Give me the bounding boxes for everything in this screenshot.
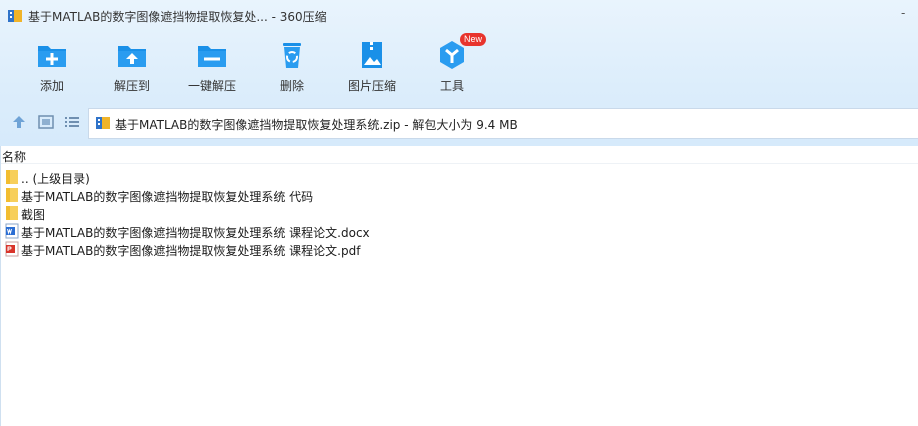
one-click-extract-label: 一键解压 bbox=[187, 79, 236, 93]
up-arrow-icon[interactable] bbox=[10, 113, 28, 131]
list-item-docx-file[interactable]: 基于MATLAB的数字图像遮挡物提取恢复处理系统 课程论文.docx bbox=[1, 222, 918, 240]
extract-folder-icon bbox=[115, 38, 149, 72]
list-item-screenshots-folder[interactable]: 截图 bbox=[1, 204, 918, 222]
window-title: 基于MATLAB的数字图像遮挡物提取恢复处... - 360压缩 bbox=[28, 10, 327, 24]
archive-app-icon bbox=[7, 8, 23, 24]
list-item-code-folder[interactable]: 基于MATLAB的数字图像遮挡物提取恢复处理系统 代码 bbox=[1, 186, 918, 204]
minimize-button[interactable]: - bbox=[901, 6, 905, 20]
list-view-icon[interactable] bbox=[63, 113, 81, 131]
toolbar: 添加 解压到 一键解压 删除 图片压缩 New 工具 bbox=[0, 32, 918, 100]
folder-icon bbox=[5, 205, 19, 221]
word-file-icon bbox=[5, 223, 19, 239]
file-name: 截图 bbox=[21, 208, 46, 222]
folder-icon bbox=[5, 169, 19, 185]
one-click-extract-button[interactable]: 一键解压 bbox=[172, 32, 252, 98]
add-label: 添加 bbox=[39, 79, 64, 93]
delete-button[interactable]: 删除 bbox=[252, 32, 332, 98]
archive-path: 基于MATLAB的数字图像遮挡物提取恢复处理系统.zip - 解包大小为 9.4… bbox=[115, 118, 518, 132]
file-name: 基于MATLAB的数字图像遮挡物提取恢复处理系统 课程论文.docx bbox=[21, 226, 370, 240]
extract-to-button[interactable]: 解压到 bbox=[92, 32, 172, 98]
list-item-pdf-file[interactable]: 基于MATLAB的数字图像遮挡物提取恢复处理系统 课程论文.pdf bbox=[1, 240, 918, 258]
folder-icon bbox=[5, 187, 19, 203]
top-chrome: 基于MATLAB的数字图像遮挡物提取恢复处... - 360压缩 - 添加 解压… bbox=[0, 0, 918, 146]
list-item-parent-directory[interactable]: .. (上级目录) bbox=[1, 168, 918, 186]
one-click-extract-icon bbox=[195, 38, 229, 72]
zip-archive-icon bbox=[95, 115, 111, 131]
column-header-name[interactable]: 名称 bbox=[2, 148, 26, 165]
new-badge: New bbox=[460, 33, 487, 46]
navigation-bar: 基于MATLAB的数字图像遮挡物提取恢复处理系统.zip - 解包大小为 9.4… bbox=[0, 104, 918, 140]
file-rows: .. (上级目录) 基于MATLAB的数字图像遮挡物提取恢复处理系统 代码 截图 bbox=[1, 168, 918, 258]
image-compress-label: 图片压缩 bbox=[347, 79, 396, 93]
extract-to-label: 解压到 bbox=[113, 79, 150, 93]
file-name: 基于MATLAB的数字图像遮挡物提取恢复处理系统 课程论文.pdf bbox=[21, 244, 361, 258]
address-bar[interactable]: 基于MATLAB的数字图像遮挡物提取恢复处理系统.zip - 解包大小为 9.4… bbox=[88, 108, 918, 139]
add-folder-icon bbox=[35, 38, 69, 72]
add-button[interactable]: 添加 bbox=[12, 32, 92, 98]
image-compress-button[interactable]: 图片压缩 bbox=[332, 32, 412, 98]
tools-button[interactable]: New 工具 bbox=[412, 32, 492, 98]
list-header: 名称 bbox=[1, 146, 918, 164]
file-list: 名称 .. (上级目录) 基于MATLAB的数字图像遮挡物提取恢复处理系统 代码 bbox=[0, 146, 918, 426]
pdf-file-icon bbox=[5, 241, 19, 257]
delete-label: 删除 bbox=[279, 79, 304, 93]
tools-label: 工具 bbox=[439, 79, 464, 93]
file-name: 基于MATLAB的数字图像遮挡物提取恢复处理系统 代码 bbox=[21, 190, 314, 204]
image-compress-icon bbox=[355, 38, 389, 72]
recycle-bin-icon bbox=[275, 38, 309, 72]
thumbnail-view-icon[interactable] bbox=[37, 113, 55, 131]
file-name: .. (上级目录) bbox=[21, 172, 90, 186]
title-bar: 基于MATLAB的数字图像遮挡物提取恢复处... - 360压缩 - bbox=[0, 0, 918, 32]
